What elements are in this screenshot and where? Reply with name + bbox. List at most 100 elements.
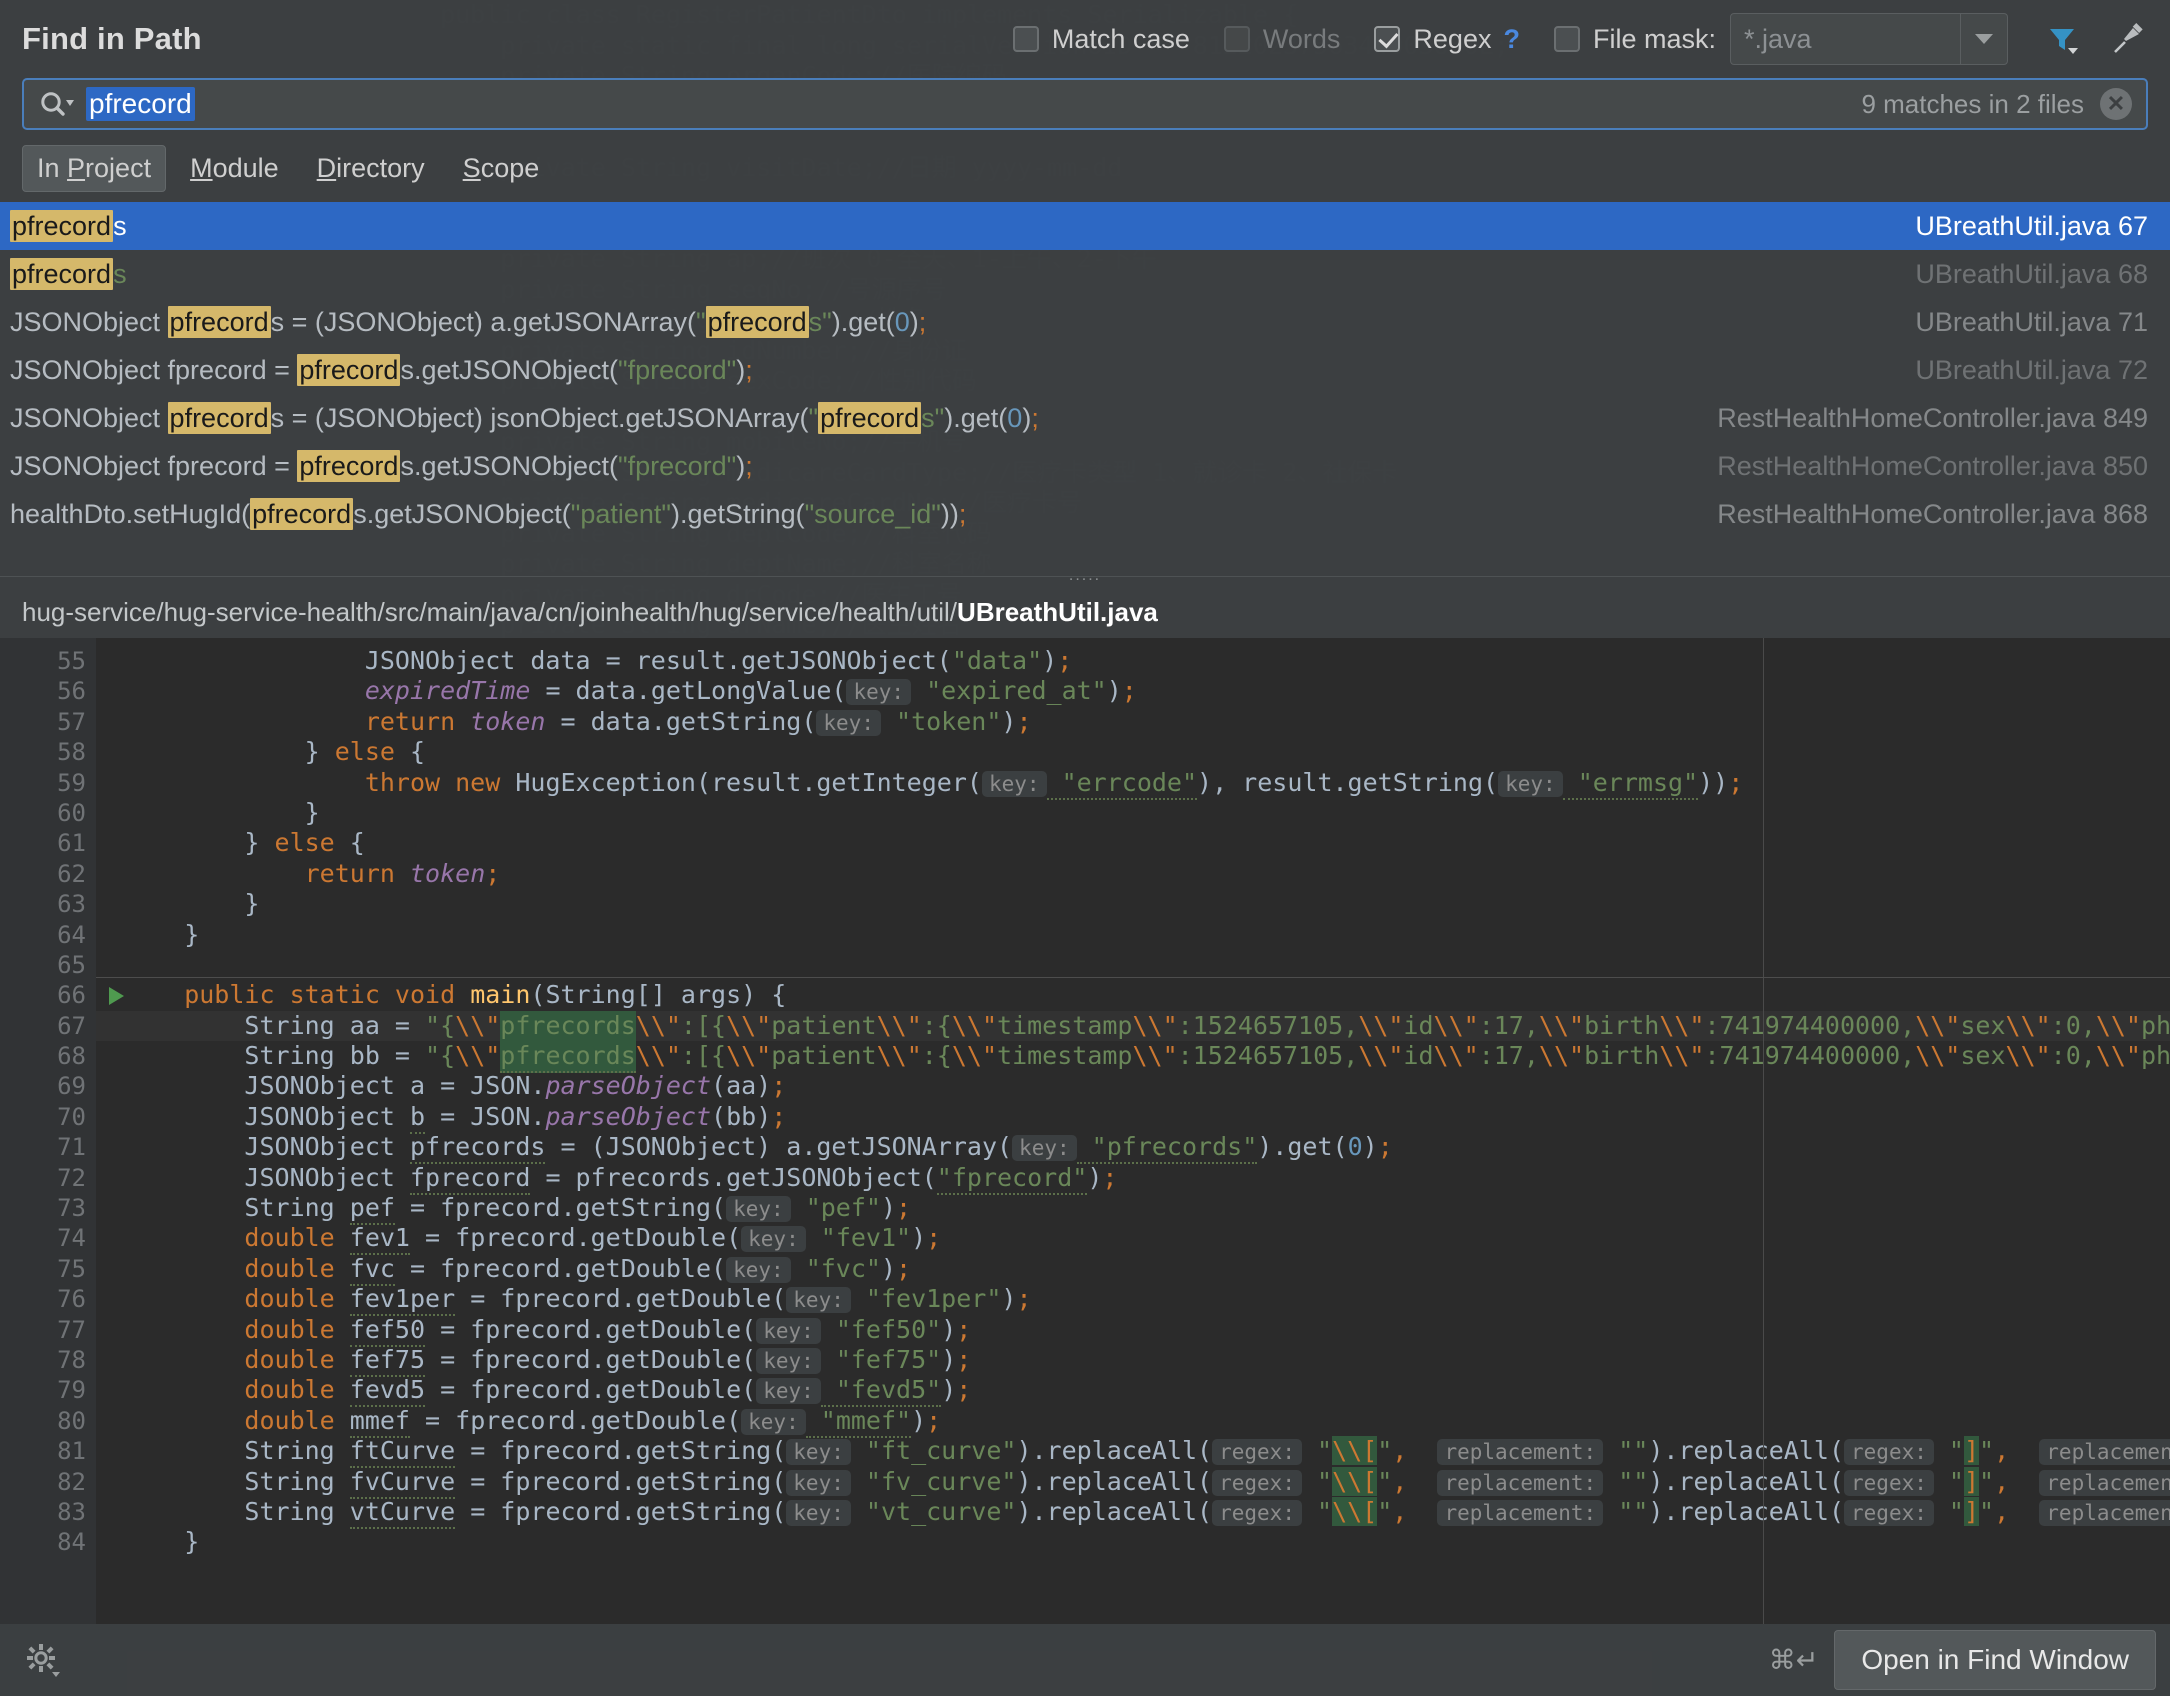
file-mask-toggle[interactable]: File mask: (1553, 23, 1716, 55)
line-number-gutter: 55 56 57 58 59 60 61 62 63 64 65 66 67 68 69 70 71 72 73 74… (0, 638, 124, 1624)
line-number: 83 (57, 1497, 86, 1526)
result-row-file-reference: RestHealthHomeController.java 868 (1717, 498, 2148, 529)
result-row[interactable]: pfrecords UBreathUtil.java 67 (0, 202, 2170, 250)
scope-tabs: In Project Module Directory Scope (0, 140, 2170, 196)
regex-option[interactable]: Regex ? (1374, 24, 1520, 55)
line-number: 57 (57, 707, 86, 736)
code-line: } (124, 797, 320, 827)
panel-splitter[interactable]: ..... (0, 568, 2170, 586)
code-line: String bb = "{\\"pfrecords\\":[{\\"patie… (96, 1041, 2170, 1074)
code-line: return token = data.getString(key: "toke… (364, 706, 1032, 736)
result-row-file-reference: UBreathUtil.java 67 (1915, 210, 2148, 241)
file-path-breadcrumb: hug-service/hug-service-health/src/main/… (0, 586, 2170, 638)
words-checkbox[interactable] (1223, 26, 1250, 52)
search-input[interactable]: pfrecord 9 matches in 2 files ✕ (22, 78, 2148, 130)
code-line: double fevd5 = fprecord.getDouble(key: "… (96, 1375, 2170, 1408)
line-number: 76 (57, 1285, 86, 1314)
find-in-path-dialog: Find in Path Match case Words Regex ? Fi… (0, 0, 2170, 1696)
code-line: String ftCurve = fprecord.getString(key:… (96, 1436, 2170, 1469)
line-number: 81 (57, 1437, 86, 1466)
line-number: 71 (57, 1133, 86, 1162)
regex-label: Regex (1413, 23, 1492, 54)
result-row-text: pfrecords (10, 209, 127, 242)
line-number: 55 (57, 647, 86, 675)
line-number: 62 (57, 859, 86, 888)
tab-directory[interactable]: Directory (303, 146, 439, 191)
result-row-text: pfrecords (10, 257, 127, 290)
regex-checkbox[interactable] (1374, 26, 1401, 52)
regex-help-icon[interactable]: ? (1503, 24, 1520, 55)
code-line: } else { (124, 737, 426, 767)
line-number: 74 (57, 1224, 86, 1253)
result-row[interactable]: healthDto.setHugId(pfrecords.getJSONObje… (0, 490, 2170, 538)
code-line: double fvc = fprecord.getDouble(key: "fv… (96, 1253, 2170, 1286)
line-number: 63 (57, 890, 86, 919)
file-mask-combobox[interactable]: *.java (1730, 13, 2008, 65)
dialog-title: Find in Path (22, 21, 202, 56)
code-preview-pane[interactable]: 55 56 57 58 59 60 61 62 63 64 65 66 67 68 69 70 71 72 73 74… (0, 638, 2170, 1624)
code-line: JSONObject data = result.getJSONObject("… (124, 646, 1073, 675)
result-row[interactable]: JSONObject pfrecords = (JSONObject) a.ge… (0, 298, 2170, 346)
line-number: 59 (57, 768, 86, 797)
result-row-text: JSONObject pfrecords = (JSONObject) a.ge… (10, 305, 927, 338)
code-line: throw new HugException(result.getInteger… (96, 767, 2170, 800)
code-line: } (124, 919, 200, 949)
code-line: double fef50 = fprecord.getDouble(key: "… (96, 1314, 2170, 1347)
line-number: 72 (57, 1163, 86, 1192)
code-line: String pef = fprecord.getString(key: "pe… (96, 1193, 2170, 1226)
line-number: 69 (57, 1072, 86, 1101)
code-line: String aa = "{\\"pfrecords\\":[{\\"patie… (96, 1010, 2170, 1043)
filter-funnel-icon[interactable] (2042, 19, 2082, 59)
words-option[interactable]: Words (1223, 24, 1340, 55)
result-row-file-reference: UBreathUtil.java 71 (1915, 306, 2148, 337)
match-count-area: 9 matches in 2 files ✕ (1861, 88, 2132, 120)
match-case-checkbox[interactable] (1012, 26, 1039, 52)
code-line: double fev1per = fprecord.getDouble(key:… (96, 1284, 2170, 1317)
line-number: 65 (57, 950, 86, 979)
result-row[interactable]: JSONObject fprecord = pfrecords.getJSONO… (0, 346, 2170, 394)
line-number: 79 (57, 1376, 86, 1405)
splitter-grip-icon[interactable]: ..... (1069, 568, 1101, 584)
result-row[interactable]: JSONObject pfrecords = (JSONObject) json… (0, 394, 2170, 442)
line-number: 61 (57, 829, 86, 858)
code-line: JSONObject pfrecords = (JSONObject) a.ge… (96, 1132, 2170, 1165)
open-in-find-window-button[interactable]: Open in Find Window (1834, 1630, 2156, 1690)
code-line: String fvCurve = fprecord.getString(key:… (96, 1466, 2170, 1499)
column-guide-line (1763, 638, 1764, 1624)
match-case-option[interactable]: Match case (1012, 24, 1190, 55)
tab-module[interactable]: Module (176, 146, 293, 191)
result-row[interactable]: pfrecords UBreathUtil.java 68 (0, 250, 2170, 298)
code-line: JSONObject fprecord = pfrecords.getJSONO… (96, 1162, 2170, 1195)
line-number: 58 (57, 738, 86, 767)
line-number: 64 (57, 920, 86, 949)
tab-scope[interactable]: Scope (449, 146, 554, 191)
code-line: expiredTime = data.getLongValue(key: "ex… (364, 676, 1137, 706)
search-input-value[interactable]: pfrecord (86, 87, 195, 121)
search-row: pfrecord 9 matches in 2 files ✕ (0, 78, 2170, 140)
chevron-down-icon[interactable] (1960, 14, 2007, 64)
code-line: String vtCurve = fprecord.getString(key:… (96, 1496, 2170, 1529)
code-line: JSONObject a = JSON.parseObject(aa); (124, 1071, 787, 1101)
file-mask-label: File mask: (1592, 23, 1716, 54)
header-icon-group (2042, 19, 2148, 59)
clear-x-icon[interactable]: ✕ (2100, 88, 2132, 120)
code-line: double mmef = fprecord.getDouble(key: "m… (96, 1405, 2170, 1438)
code-line: JSONObject b = JSON.parseObject(bb); (96, 1101, 2170, 1134)
code-text-area[interactable]: JSONObject data = result.getJSONObject("… (96, 638, 2170, 1624)
result-row-file-reference: UBreathUtil.java 72 (1915, 354, 2148, 385)
results-list[interactable]: pfrecords UBreathUtil.java 67 pfrecords UBr… (0, 196, 2170, 568)
result-row-file-reference: RestHealthHomeController.java 850 (1717, 450, 2148, 481)
code-line: } (124, 1527, 200, 1557)
line-number: 77 (57, 1315, 86, 1344)
open-shortcut-hint: ⌘↵ (1768, 1644, 1819, 1675)
pin-icon[interactable] (2108, 19, 2148, 59)
code-line: } else { (124, 828, 365, 858)
tab-in-project[interactable]: In Project (22, 144, 167, 192)
search-magnifier-icon[interactable] (38, 89, 76, 119)
code-line: double fef75 = fprecord.getDouble(key: "… (96, 1344, 2170, 1377)
result-row[interactable]: JSONObject fprecord = pfrecords.getJSONO… (0, 442, 2170, 490)
gear-icon[interactable] (22, 1640, 62, 1680)
dialog-bottom-bar: ⌘↵ Open in Find Window (0, 1624, 2170, 1696)
file-mask-checkbox[interactable] (1553, 26, 1580, 52)
